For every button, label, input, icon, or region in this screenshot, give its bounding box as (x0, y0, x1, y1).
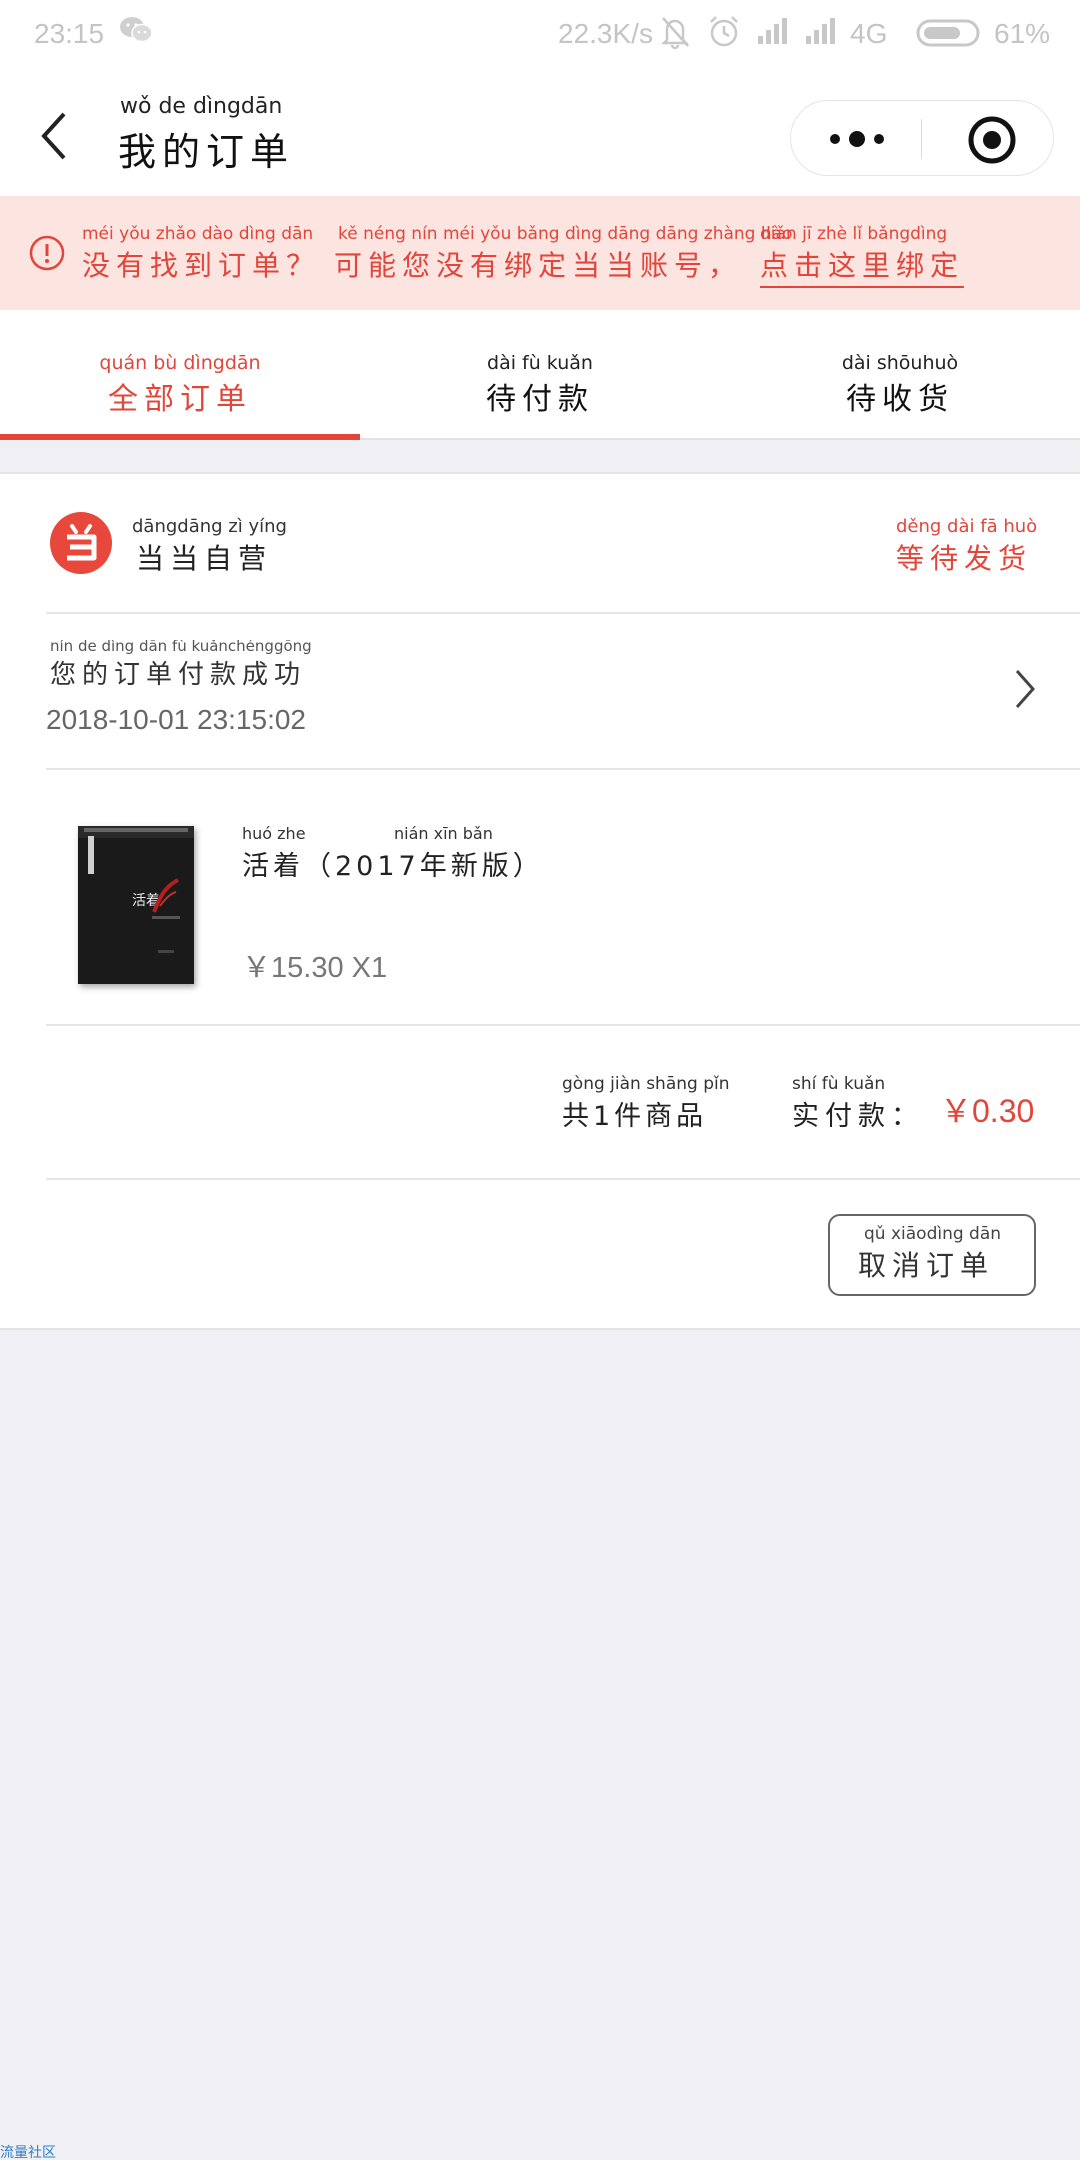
divider (46, 612, 1080, 614)
tab-all-orders[interactable]: quán bù dìngdān 全部订单 (0, 352, 360, 418)
capsule-divider (921, 119, 922, 159)
active-tab-indicator (0, 434, 360, 440)
more-dots-icon[interactable] (827, 127, 887, 155)
battery-percent: 61% (994, 18, 1051, 49)
order-tabs: quán bù dìngdān 全部订单 dài fù kuǎn 待付款 dài… (0, 310, 1080, 440)
book-cover-image[interactable]: 活着 (78, 826, 194, 984)
watermark-label: 流量社区 (0, 2145, 56, 2160)
bind-account-notice: méi yǒu zhǎo dào dìng dān 没有找到订单？ kě nén… (0, 196, 1080, 310)
back-arrow-icon[interactable] (36, 106, 72, 170)
notice-text-1: méi yǒu zhǎo dào dìng dān 没有找到订单？ (82, 224, 321, 282)
alarm-icon (706, 14, 742, 54)
status-bar: 23:15 22.3K/s 4G 61% (0, 0, 1080, 76)
tab-pending-receipt[interactable]: dài shōuhuò 待收货 (720, 352, 1080, 418)
notice-text-2: kě néng nín méi yǒu bǎng dìng dāng dāng … (334, 224, 793, 282)
signal-icon-2 (804, 16, 840, 50)
page-title-pinyin: wǒ de dìngdān (120, 94, 283, 119)
wechat-icon (118, 14, 154, 50)
network-speed: 22.3K/s (558, 18, 653, 49)
dangdang-logo-icon (50, 512, 112, 574)
navigation-bar: wǒ de dìngdān 我的订单 (0, 76, 1080, 196)
signal-icon (756, 16, 792, 50)
page-title: wǒ de dìngdān 我的订单 (118, 94, 294, 176)
item-name[interactable]: huó zhe nián xīn bǎn 活着（2017年新版） (242, 824, 544, 883)
chevron-right-icon[interactable] (1012, 666, 1038, 716)
mute-bell-icon (658, 14, 692, 54)
paid-label: shí fù kuǎn 实付款： (792, 1074, 924, 1132)
item-count-summary: gòng jiàn shāng pǐn 共1件商品 (562, 1074, 730, 1132)
payment-message: nín de dìng dān fù kuǎnchénggōng 您的订单付款成… (50, 640, 312, 690)
item-price: ￥15.30 X1 (242, 952, 388, 984)
order-timestamp: 2018-10-01 23:15:02 (46, 704, 306, 735)
cancel-order-button[interactable]: qǔ xiāodìng dān 取消订单 (828, 1214, 1036, 1296)
divider (46, 1178, 1080, 1180)
battery-icon (916, 18, 986, 52)
status-time: 23:15 (34, 18, 105, 49)
tab-pending-payment[interactable]: dài fù kuǎn 待付款 (360, 352, 720, 418)
bind-account-link[interactable]: diǎn jī zhè lǐ bǎngdìng 点击这里绑定 (760, 224, 965, 288)
miniprogram-capsule (790, 100, 1054, 176)
close-target-icon[interactable] (967, 115, 1017, 169)
page-title-text: 我的订单 (118, 130, 295, 174)
warning-circle-icon (28, 234, 66, 276)
store-name: dāngdāng zì yíng 当当自营 (132, 516, 287, 575)
paid-amount: ￥0.30 (940, 1093, 1035, 1129)
order-card[interactable]: dāngdāng zì yíng 当当自营 děng dài fā huò 等待… (0, 472, 1080, 1330)
divider (46, 1024, 1080, 1026)
divider (46, 768, 1080, 770)
order-status: děng dài fā huò 等待发货 (896, 516, 1038, 575)
network-type: 4G (850, 18, 888, 49)
